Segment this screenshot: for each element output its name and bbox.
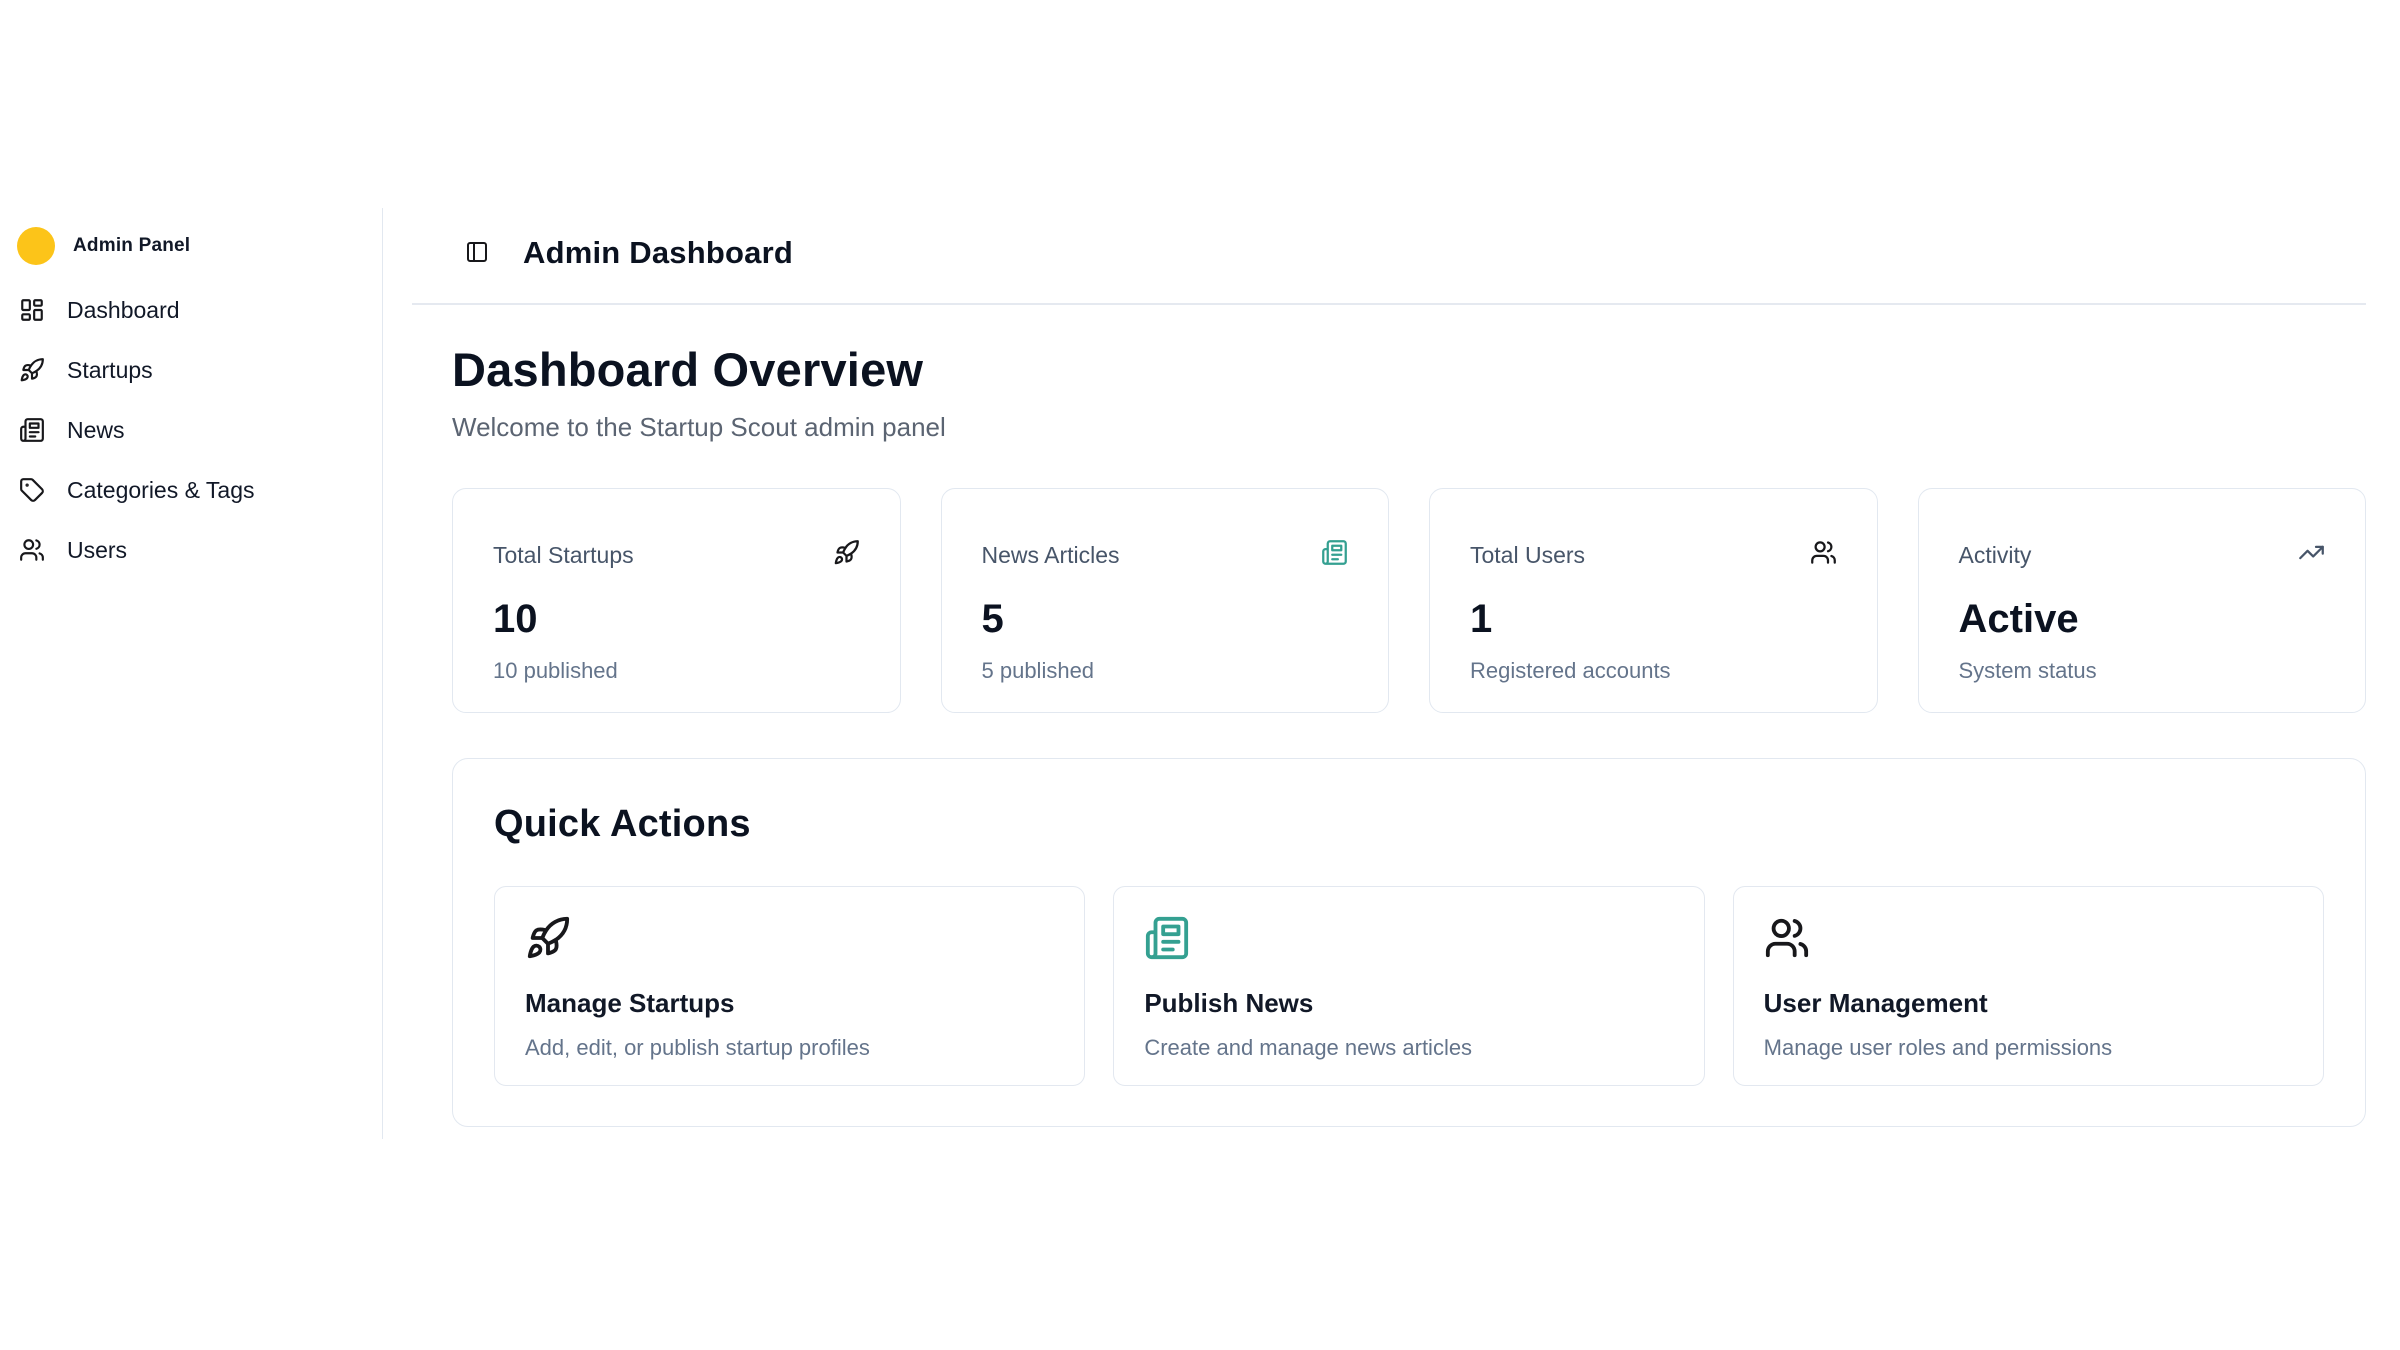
stat-subtext: 10 published <box>493 658 860 684</box>
action-title: User Management <box>1764 988 2293 1019</box>
tag-icon <box>19 477 45 503</box>
sidebar-item-users[interactable]: Users <box>17 520 362 580</box>
sidebar-nav: Dashboard Startups News Categories & Tag… <box>17 280 362 580</box>
layout-dashboard-icon <box>19 297 45 323</box>
sidebar-toggle-button[interactable] <box>465 240 491 266</box>
sidebar-item-label: Categories & Tags <box>67 477 255 504</box>
stat-label: Total Users <box>1470 542 1585 569</box>
stat-subtext: 5 published <box>982 658 1349 684</box>
sidebar-item-label: Users <box>67 537 127 564</box>
rocket-icon <box>525 915 1054 966</box>
sidebar-item-dashboard[interactable]: Dashboard <box>17 280 362 340</box>
stat-value: 1 <box>1470 597 1837 642</box>
sidebar-item-label: News <box>67 417 125 444</box>
sidebar-item-categories-tags[interactable]: Categories & Tags <box>17 460 362 520</box>
newspaper-icon <box>1144 915 1673 966</box>
quick-actions-row: Manage Startups Add, edit, or publish st… <box>494 886 2324 1086</box>
trending-up-icon <box>2298 539 2325 571</box>
action-description: Manage user roles and permissions <box>1764 1035 2293 1061</box>
stat-label: Activity <box>1959 542 2032 569</box>
topbar-title: Admin Dashboard <box>523 235 793 271</box>
action-description: Add, edit, or publish startup profiles <box>525 1035 1054 1061</box>
topbar: Admin Dashboard <box>465 228 793 278</box>
users-icon <box>19 537 45 563</box>
sidebar-item-news[interactable]: News <box>17 400 362 460</box>
stat-value: 5 <box>982 597 1349 642</box>
quick-actions-panel: Quick Actions Manage Startups Add, edit,… <box>452 758 2366 1127</box>
users-icon <box>1764 915 2293 966</box>
action-description: Create and manage news articles <box>1144 1035 1673 1061</box>
newspaper-icon <box>1321 539 1348 571</box>
page-subtitle: Welcome to the Startup Scout admin panel <box>452 412 946 443</box>
action-title: Publish News <box>1144 988 1673 1019</box>
stat-card-activity: Activity Active System status <box>1918 488 2367 713</box>
stat-card-total-users: Total Users 1 Registered accounts <box>1429 488 1878 713</box>
stat-label: Total Startups <box>493 542 634 569</box>
stat-value: Active <box>1959 597 2326 642</box>
stats-row: Total Startups 10 10 published News Arti… <box>452 488 2366 713</box>
newspaper-icon <box>19 417 45 443</box>
stat-value: 10 <box>493 597 860 642</box>
stat-subtext: System status <box>1959 658 2326 684</box>
action-card-manage-startups[interactable]: Manage Startups Add, edit, or publish st… <box>494 886 1085 1086</box>
action-card-user-management[interactable]: User Management Manage user roles and pe… <box>1733 886 2324 1086</box>
stat-card-total-startups: Total Startups 10 10 published <box>452 488 901 713</box>
users-icon <box>1810 539 1837 571</box>
stat-card-news-articles: News Articles 5 5 published <box>941 488 1390 713</box>
brand-name: Admin Panel <box>73 235 190 257</box>
action-card-publish-news[interactable]: Publish News Create and manage news arti… <box>1113 886 1704 1086</box>
sidebar-item-label: Dashboard <box>67 297 180 324</box>
sidebar: Admin Panel Dashboard Startups News Cate… <box>0 208 383 1139</box>
brand: Admin Panel <box>17 222 362 270</box>
action-title: Manage Startups <box>525 988 1054 1019</box>
stat-subtext: Registered accounts <box>1470 658 1837 684</box>
panel-left-icon <box>465 240 489 267</box>
yellow-circle-logo-icon <box>17 227 55 265</box>
rocket-icon <box>833 539 860 571</box>
rocket-icon <box>19 357 45 383</box>
quick-actions-title: Quick Actions <box>494 803 2324 846</box>
page-title: Dashboard Overview <box>452 342 923 397</box>
sidebar-item-startups[interactable]: Startups <box>17 340 362 400</box>
sidebar-item-label: Startups <box>67 357 153 384</box>
topbar-divider <box>412 303 2366 305</box>
stat-label: News Articles <box>982 542 1120 569</box>
